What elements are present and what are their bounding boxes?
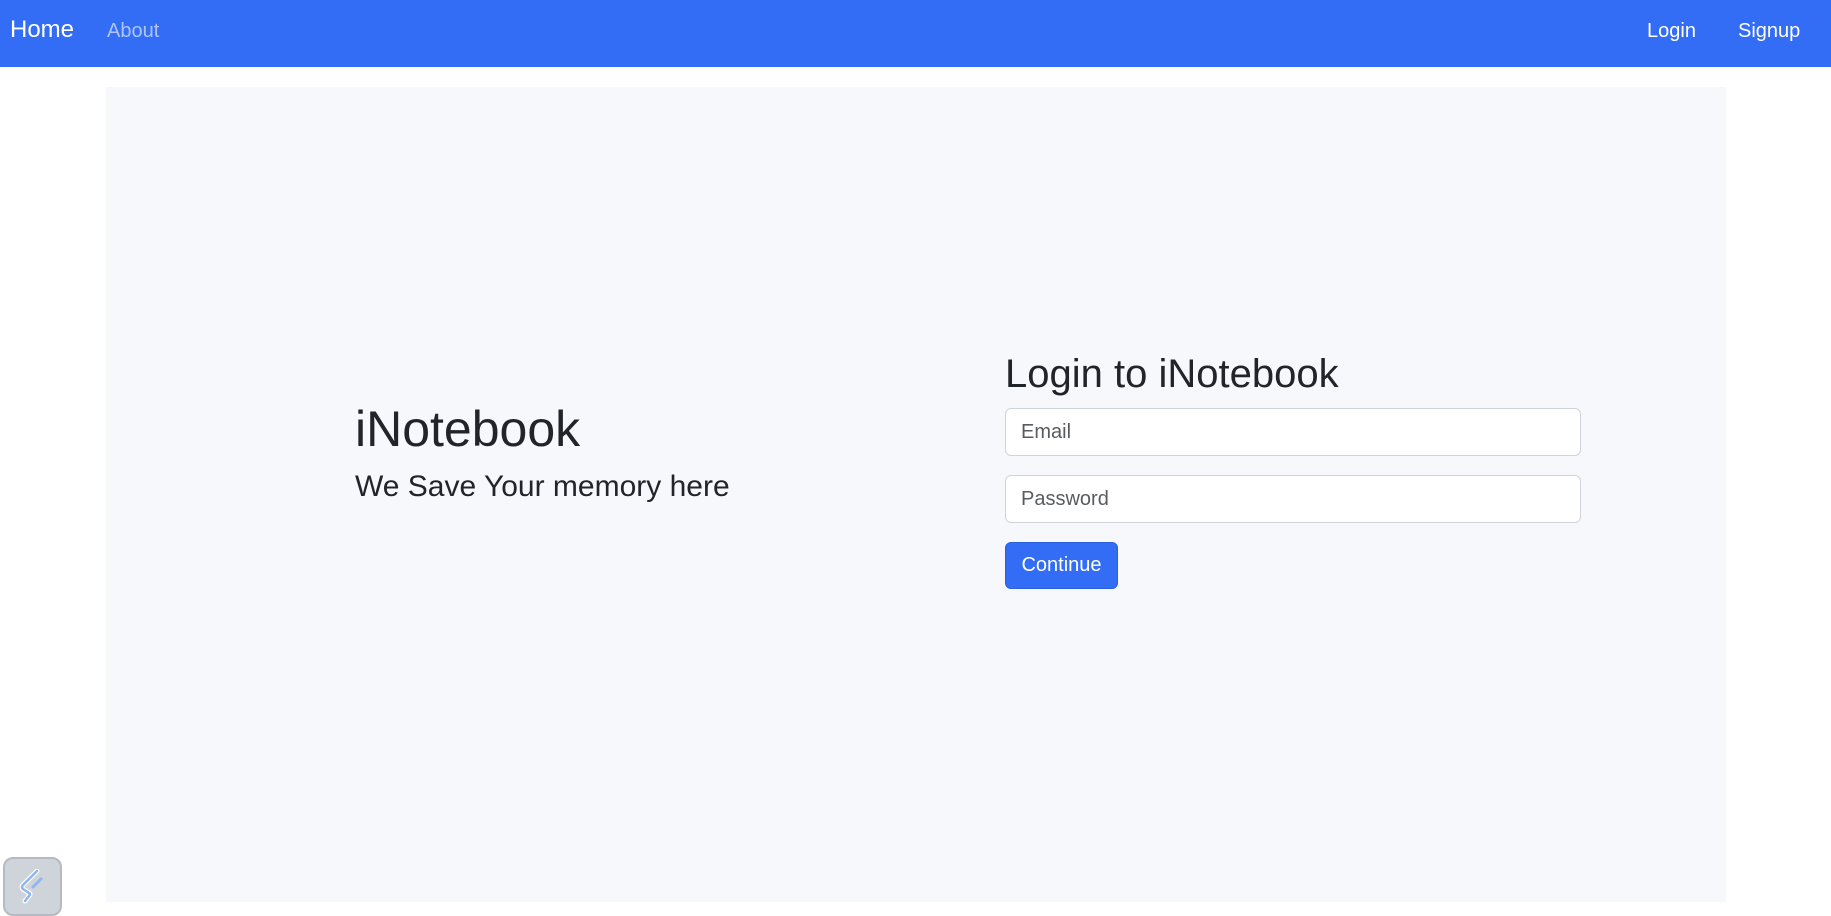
extension-icon <box>19 869 43 904</box>
login-title: Login to iNotebook <box>1005 352 1339 396</box>
nav-login-link[interactable]: Login <box>1647 20 1696 43</box>
top-navbar: Home About Login Signup <box>0 0 1831 67</box>
hero-title: iNotebook <box>355 401 581 457</box>
hero-subtitle: We Save Your memory here <box>355 470 730 503</box>
nav-about-link[interactable]: About <box>107 20 159 43</box>
extension-widget[interactable] <box>3 857 62 916</box>
email-input[interactable] <box>1005 408 1581 456</box>
nav-home-link[interactable]: Home <box>10 16 74 44</box>
nav-signup-link[interactable]: Signup <box>1738 20 1800 43</box>
password-input[interactable] <box>1005 475 1581 523</box>
continue-button[interactable]: Continue <box>1005 542 1118 589</box>
